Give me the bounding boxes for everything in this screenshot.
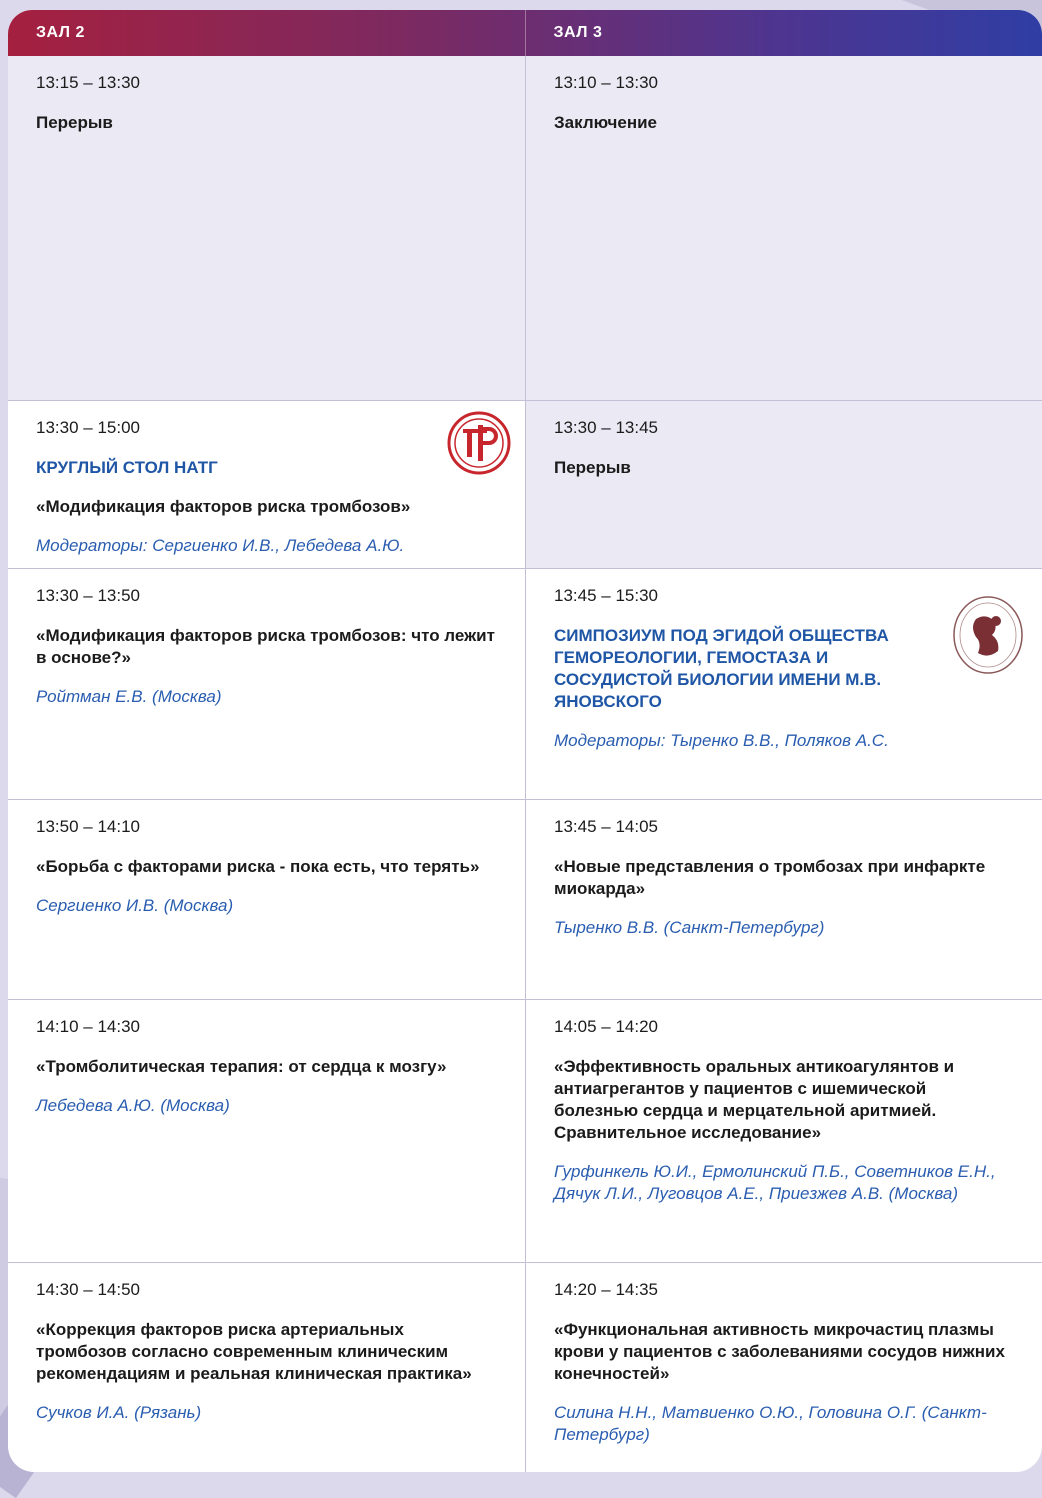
table-row: 13:30 – 15:00 КРУГЛЫЙ СТОЛ НАТГ «Модифик… (8, 401, 1042, 569)
session-time: 13:30 – 13:45 (554, 418, 1014, 438)
hall-3-header: ЗАЛ 3 (525, 10, 1042, 56)
table-header: ЗАЛ 2 ЗАЛ 3 (8, 10, 1042, 56)
session-title: «Функциональная активность микрочастиц п… (554, 1319, 1014, 1385)
session-speaker: Ройтман Е.В. (Москва) (36, 686, 497, 708)
session-title: «Эффективность оральных антикоагулянтов … (554, 1056, 1014, 1144)
session-cell: 13:30 – 13:50 «Модификация факторов риск… (8, 569, 525, 799)
session-title: Перерыв (554, 457, 1014, 479)
session-time: 14:30 – 14:50 (36, 1280, 497, 1300)
table-row: 13:15 – 13:30 Перерыв 13:10 – 13:30 Закл… (8, 56, 1042, 401)
session-cell: 14:05 – 14:20 «Эффективность оральных ан… (525, 1000, 1042, 1262)
session-time: 13:30 – 13:50 (36, 586, 497, 606)
society-emblem-icon (952, 595, 1024, 675)
session-title: Заключение (554, 112, 1014, 134)
session-time: 13:15 – 13:30 (36, 73, 497, 93)
session-title: «Модификация факторов риска тромбозов» (36, 496, 497, 518)
session-title: «Новые представления о тромбозах при инф… (554, 856, 1014, 900)
session-cell: 13:30 – 15:00 КРУГЛЫЙ СТОЛ НАТГ «Модифик… (8, 401, 525, 568)
table-row: 13:50 – 14:10 «Борьба с факторами риска … (8, 800, 1042, 1000)
session-speaker: Сергиенко И.В. (Москва) (36, 895, 497, 917)
session-cell: 13:15 – 13:30 Перерыв (8, 56, 525, 400)
hall-2-header: ЗАЛ 2 (8, 10, 525, 56)
session-cell: 13:45 – 15:30 СИМПОЗИУМ ПОД ЭГИДОЙ ОБЩЕС… (525, 569, 1042, 799)
session-cell: 14:10 – 14:30 «Тромболитическая терапия:… (8, 1000, 525, 1262)
session-cell: 13:30 – 13:45 Перерыв (525, 401, 1042, 568)
table-row: 14:30 – 14:50 «Коррекция факторов риска … (8, 1263, 1042, 1472)
session-title: «Модификация факторов риска тромбозов: ч… (36, 625, 497, 669)
session-cell: 14:30 – 14:50 «Коррекция факторов риска … (8, 1263, 525, 1472)
session-cell: 13:10 – 13:30 Заключение (525, 56, 1042, 400)
session-cell: 14:20 – 14:35 «Функциональная активность… (525, 1263, 1042, 1472)
session-time: 13:30 – 15:00 (36, 418, 497, 438)
session-moderators: Модераторы: Тыренко В.В., Поляков А.С. (554, 730, 1014, 752)
session-caption: СИМПОЗИУМ ПОД ЭГИДОЙ ОБЩЕСТВА ГЕМОРЕОЛОГ… (554, 625, 1014, 713)
schedule-table: ЗАЛ 2 ЗАЛ 3 13:15 – 13:30 Перерыв 13:10 … (8, 10, 1042, 1472)
session-title: «Тромболитическая терапия: от сердца к м… (36, 1056, 497, 1078)
session-speaker: Тыренко В.В. (Санкт-Петербург) (554, 917, 1014, 939)
session-title: Перерыв (36, 112, 497, 134)
table-row: 13:30 – 13:50 «Модификация факторов риск… (8, 569, 1042, 800)
session-speaker: Сучков И.А. (Рязань) (36, 1402, 497, 1424)
session-cell: 13:45 – 14:05 «Новые представления о тро… (525, 800, 1042, 999)
session-time: 14:10 – 14:30 (36, 1017, 497, 1037)
session-title: «Коррекция факторов риска артериальных т… (36, 1319, 497, 1385)
session-title: «Борьба с факторами риска - пока есть, ч… (36, 856, 497, 878)
session-speakers: Силина Н.Н., Матвиенко О.Ю., Головина О.… (554, 1402, 1014, 1446)
session-time: 14:20 – 14:35 (554, 1280, 1014, 1300)
session-time: 13:45 – 14:05 (554, 817, 1014, 837)
session-moderators: Модераторы: Сергиенко И.В., Лебедева А.Ю… (36, 535, 497, 557)
session-time: 13:50 – 14:10 (36, 817, 497, 837)
session-time: 13:45 – 15:30 (554, 586, 1014, 606)
session-time: 13:10 – 13:30 (554, 73, 1014, 93)
natg-logo-icon (447, 411, 511, 475)
session-speaker: Лебедева А.Ю. (Москва) (36, 1095, 497, 1117)
table-row: 14:10 – 14:30 «Тромболитическая терапия:… (8, 1000, 1042, 1263)
session-speakers: Гурфинкель Ю.И., Ермолинский П.Б., Совет… (554, 1161, 1014, 1205)
session-caption: КРУГЛЫЙ СТОЛ НАТГ (36, 457, 497, 479)
session-time: 14:05 – 14:20 (554, 1017, 1014, 1037)
session-cell: 13:50 – 14:10 «Борьба с факторами риска … (8, 800, 525, 999)
